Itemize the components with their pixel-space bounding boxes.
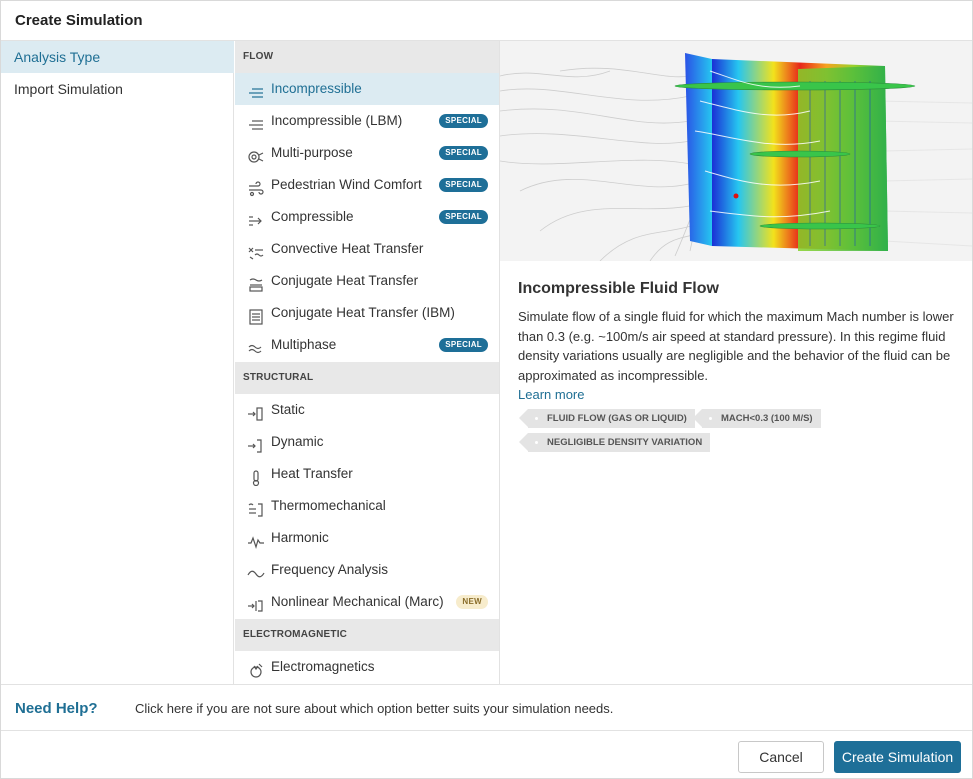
cancel-button[interactable]: Cancel <box>738 741 824 773</box>
frequency-icon <box>247 562 265 578</box>
tag-density: NEGLIGIBLE DENSITY VARIATION <box>518 433 711 452</box>
group-header-electromagnetic: ELECTROMAGNETIC <box>235 619 499 651</box>
type-item-multiphase[interactable]: Multiphase SPECIAL <box>235 329 499 361</box>
special-badge: SPECIAL <box>439 146 488 160</box>
special-badge: SPECIAL <box>439 338 488 352</box>
detail-title: Incompressible Fluid Flow <box>518 280 719 297</box>
new-badge: NEW <box>456 595 488 609</box>
help-bar[interactable]: Need Help? Click here if you are not sur… <box>1 684 972 731</box>
type-item-electromagnetics[interactable]: Electromagnetics <box>235 651 499 683</box>
analysis-type-list: FLOW Incompressible Incompressible (LBM)… <box>235 41 500 684</box>
tag-fluid-flow: FLUID FLOW (GAS OR LIQUID) <box>519 409 695 428</box>
compressible-icon <box>247 209 265 226</box>
need-help-title[interactable]: Need Help? <box>15 700 98 717</box>
dynamic-icon <box>247 434 265 453</box>
type-item-multi-purpose[interactable]: Multi-purpose SPECIAL <box>235 137 499 169</box>
detail-description: Simulate flow of a single fluid for whic… <box>518 309 954 383</box>
dialog-header: Create Simulation <box>1 1 972 41</box>
nonlinear-icon <box>247 594 265 612</box>
nav-item-label: Import Simulation <box>14 81 123 97</box>
type-item-label: Dynamic <box>271 434 324 449</box>
multi-purpose-icon <box>247 145 265 163</box>
type-item-thermomechanical[interactable]: Thermomechanical <box>235 490 499 522</box>
special-badge: SPECIAL <box>439 178 488 192</box>
wind-comfort-icon <box>247 177 265 197</box>
type-item-convective-heat-transfer[interactable]: Convective Heat Transfer <box>235 233 499 265</box>
type-item-harmonic[interactable]: Harmonic <box>235 522 499 554</box>
type-item-label: Compressible <box>271 209 354 224</box>
type-item-label: Pedestrian Wind Comfort <box>271 177 422 192</box>
type-item-compressible[interactable]: Compressible SPECIAL <box>235 201 499 233</box>
create-simulation-dialog: Create Simulation Analysis Type Import S… <box>0 0 973 779</box>
type-item-label: Conjugate Heat Transfer (IBM) <box>271 305 455 320</box>
type-item-dynamic[interactable]: Dynamic <box>235 426 499 458</box>
type-item-heat-transfer[interactable]: Heat Transfer <box>235 458 499 490</box>
type-item-label: Harmonic <box>271 530 329 545</box>
type-item-label: Static <box>271 402 305 417</box>
type-item-label: Convective Heat Transfer <box>271 241 424 256</box>
type-item-label: Frequency Analysis <box>271 562 389 577</box>
group-header-structural: STRUCTURAL <box>235 362 499 394</box>
conjugate-heat-ibm-icon <box>247 305 265 325</box>
thermometer-icon <box>247 466 265 487</box>
group-header-flow: FLOW <box>235 41 499 73</box>
type-item-label: Electromagnetics <box>271 659 375 674</box>
type-item-label: Multiphase <box>271 337 337 352</box>
type-item-nonlinear-mechanical[interactable]: Nonlinear Mechanical (Marc) NEW <box>235 586 499 618</box>
left-nav: Analysis Type Import Simulation <box>1 41 234 684</box>
dialog-title: Create Simulation <box>15 12 143 29</box>
type-item-frequency-analysis[interactable]: Frequency Analysis <box>235 554 499 586</box>
create-simulation-button[interactable]: Create Simulation <box>834 741 961 773</box>
type-item-incompressible[interactable]: Incompressible <box>235 73 499 105</box>
type-item-label: Nonlinear Mechanical (Marc) <box>271 594 444 609</box>
simulation-preview-image <box>500 41 972 261</box>
conjugate-heat-icon <box>247 273 265 292</box>
type-item-label: Thermomechanical <box>271 498 386 513</box>
type-item-label: Conjugate Heat Transfer <box>271 273 419 288</box>
type-item-incompressible-lbm[interactable]: Incompressible (LBM) SPECIAL <box>235 105 499 137</box>
type-item-label: Incompressible (LBM) <box>271 113 403 128</box>
static-icon <box>247 402 265 421</box>
incompressible-icon <box>247 81 265 98</box>
convective-heat-icon <box>247 241 265 260</box>
type-item-label: Incompressible <box>271 81 362 96</box>
tag-mach: MACH<0.3 (100 M/S) <box>693 409 821 428</box>
incompressible-lbm-icon <box>247 113 265 130</box>
harmonic-icon <box>247 530 265 550</box>
nav-item-import-simulation[interactable]: Import Simulation <box>1 73 234 105</box>
thermomechanical-icon <box>247 498 265 517</box>
learn-more-link[interactable]: Learn more <box>518 387 584 402</box>
type-item-label: Multi-purpose <box>271 145 353 160</box>
type-item-pedestrian-wind-comfort[interactable]: Pedestrian Wind Comfort SPECIAL <box>235 169 499 201</box>
multiphase-icon <box>247 337 265 354</box>
electromagnetics-icon <box>247 659 265 678</box>
type-item-static[interactable]: Static <box>235 394 499 426</box>
type-item-conjugate-heat-transfer-ibm[interactable]: Conjugate Heat Transfer (IBM) <box>235 297 499 329</box>
nav-item-label: Analysis Type <box>14 49 101 65</box>
analysis-detail-panel: Incompressible Fluid Flow Simulate flow … <box>500 41 972 684</box>
nav-item-analysis-type[interactable]: Analysis Type <box>1 41 234 73</box>
need-help-text[interactable]: Click here if you are not sure about whi… <box>135 701 613 716</box>
type-item-label: Heat Transfer <box>271 466 353 481</box>
type-item-conjugate-heat-transfer[interactable]: Conjugate Heat Transfer <box>235 265 499 297</box>
dialog-footer: Cancel Create Simulation <box>1 731 972 778</box>
special-badge: SPECIAL <box>439 210 488 224</box>
special-badge: SPECIAL <box>439 114 488 128</box>
